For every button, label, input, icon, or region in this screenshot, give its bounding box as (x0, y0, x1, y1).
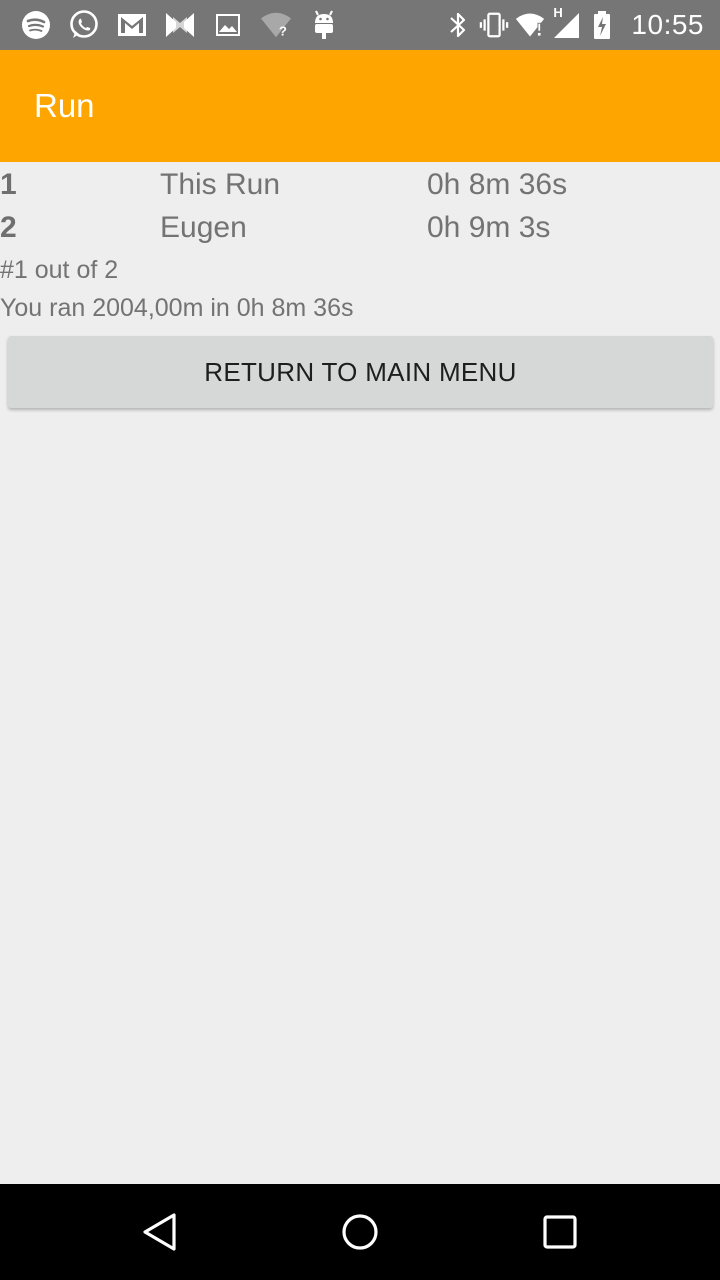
results-content: 1 This Run 0h 8m 36s 2 Eugen 0h 9m 3s #1… (0, 162, 720, 328)
page-title: Run (34, 87, 95, 124)
leaderboard-time: 0h 8m 36s (427, 168, 568, 201)
leaderboard-row: 2 Eugen 0h 9m 3s (0, 205, 720, 248)
signal-icon: H (551, 5, 581, 41)
status-clock: 10:55 (631, 9, 704, 40)
wifi-alert-icon (515, 9, 545, 41)
app-bar: Run (0, 50, 720, 162)
notification-icons: ? (0, 0, 356, 50)
return-to-main-menu-button[interactable]: RETURN TO MAIN MENU (8, 336, 713, 408)
leaderboard-position: 2 (0, 211, 17, 244)
android-icon (308, 9, 340, 41)
navigation-bar (0, 1184, 720, 1280)
whatsapp-icon (68, 9, 100, 41)
bowtie-icon (164, 9, 196, 41)
gmail-icon (116, 9, 148, 41)
leaderboard-name: Eugen (160, 211, 247, 244)
svg-text:?: ? (279, 23, 287, 38)
leaderboard-name: This Run (160, 168, 281, 201)
bluetooth-icon (443, 9, 473, 41)
run-result-summary: You ran 2004,00m in 0h 8m 36s (0, 294, 354, 322)
wifi-unknown-icon: ? (260, 9, 292, 41)
rank-summary: #1 out of 2 (0, 256, 119, 284)
leaderboard-row: 1 This Run 0h 8m 36s (0, 162, 720, 205)
recents-icon[interactable] (540, 1212, 580, 1252)
status-bar: ? H 10:55 (0, 0, 720, 50)
vibrate-icon (479, 9, 509, 41)
image-icon (212, 9, 244, 41)
back-icon[interactable] (140, 1212, 180, 1252)
battery-charging-icon (587, 9, 617, 41)
leaderboard-position: 1 (0, 168, 17, 201)
leaderboard-time: 0h 9m 3s (427, 211, 551, 244)
home-icon[interactable] (340, 1212, 380, 1252)
network-type-label: H (553, 5, 563, 20)
system-icons: H 10:55 (443, 0, 720, 50)
spotify-icon (20, 9, 52, 41)
